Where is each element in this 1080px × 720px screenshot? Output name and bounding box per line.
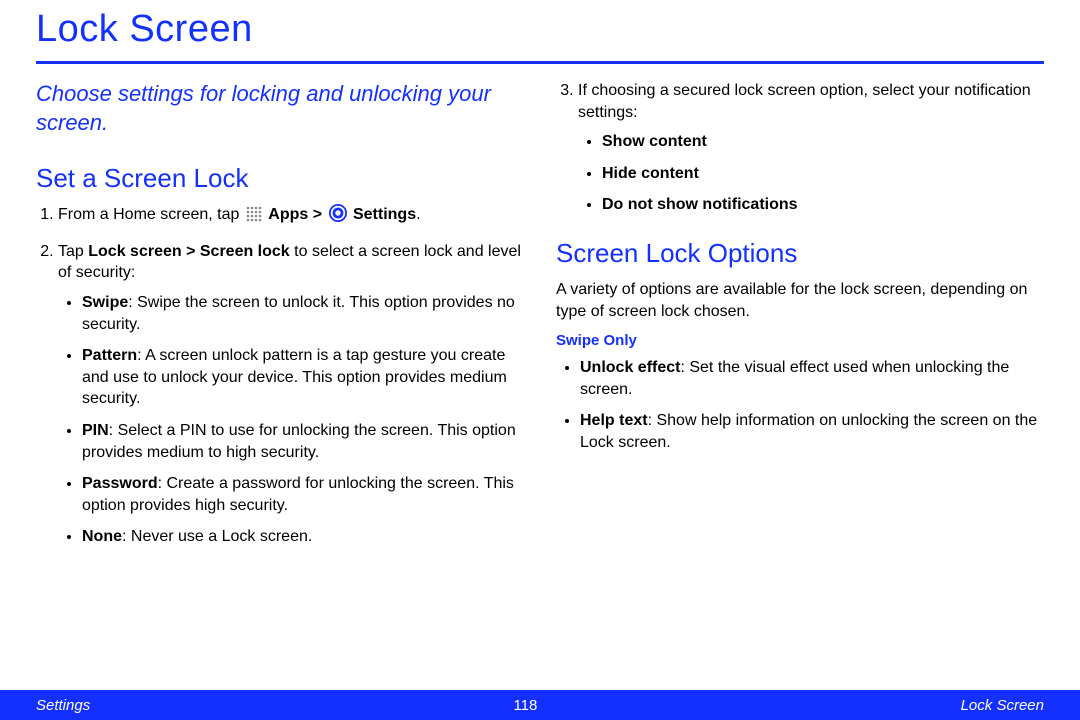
notif-show-label: Show content — [602, 133, 707, 150]
content-columns: Choose settings for locking and unlockin… — [36, 80, 1044, 560]
swipe-only-list: Unlock effect: Set the visual effect use… — [556, 357, 1044, 453]
opt-pin: PIN: Select a PIN to use for unlocking t… — [82, 420, 524, 463]
footer-left: Settings — [36, 697, 90, 714]
page-footer: Settings 118 Lock Screen — [0, 690, 1080, 720]
opt-pattern-label: Pattern — [82, 347, 137, 364]
step-1: From a Home screen, tap Apps > — [58, 204, 524, 229]
step-1-end: . — [416, 206, 420, 223]
notif-hide: Hide content — [602, 163, 1044, 185]
footer-right: Lock Screen — [961, 697, 1044, 714]
step-3: If choosing a secured lock screen option… — [578, 80, 1044, 216]
swipe-unlock-effect: Unlock effect: Set the visual effect use… — [580, 357, 1044, 400]
footer-page-number: 118 — [513, 697, 537, 714]
swipe-help-label: Help text — [580, 412, 648, 429]
step-3-text: If choosing a secured lock screen option… — [578, 82, 1031, 121]
heading-screen-lock-options: Screen Lock Options — [556, 238, 1044, 269]
opt-password: Password: Create a password for unlockin… — [82, 473, 524, 516]
swipe-help-text: Help text: Show help information on unlo… — [580, 410, 1044, 453]
opt-swipe-label: Swipe — [82, 294, 128, 311]
opt-pattern: Pattern: A screen unlock pattern is a ta… — [82, 345, 524, 410]
options-body: A variety of options are available for t… — [556, 279, 1044, 322]
opt-none-text: : Never use a Lock screen. — [122, 528, 312, 545]
opt-swipe: Swipe: Swipe the screen to unlock it. Th… — [82, 292, 524, 335]
steps-list-continued: If choosing a secured lock screen option… — [556, 80, 1044, 216]
left-column: Choose settings for locking and unlockin… — [36, 80, 524, 560]
opt-pattern-text: : A screen unlock pattern is a tap gestu… — [82, 347, 507, 407]
opt-password-label: Password — [82, 475, 158, 492]
opt-pin-label: PIN — [82, 422, 109, 439]
step-1-apps-label: Apps > — [268, 206, 326, 223]
swipe-unlock-label: Unlock effect — [580, 359, 680, 376]
step-1-text-a: From a Home screen, tap — [58, 206, 244, 223]
page-title: Lock Screen — [36, 8, 1044, 51]
page: Lock Screen Choose settings for locking … — [0, 0, 1080, 720]
notification-options-list: Show content Hide content Do not show no… — [578, 131, 1044, 216]
steps-list: From a Home screen, tap Apps > — [36, 204, 524, 548]
step-2: Tap Lock screen > Screen lock to select … — [58, 241, 524, 548]
step-2-bold: Lock screen > Screen lock — [88, 243, 289, 260]
notif-hide-label: Hide content — [602, 165, 699, 182]
swipe-help-desc: : Show help information on unlocking the… — [580, 412, 1037, 451]
right-column: If choosing a secured lock screen option… — [556, 80, 1044, 560]
notif-none-label: Do not show notifications — [602, 196, 798, 213]
step-2-text-a: Tap — [58, 243, 88, 260]
subhead-swipe-only: Swipe Only — [556, 332, 1044, 349]
opt-swipe-text: : Swipe the screen to unlock it. This op… — [82, 294, 515, 333]
title-rule — [36, 61, 1044, 64]
settings-gear-icon — [329, 204, 347, 229]
notif-show: Show content — [602, 131, 1044, 153]
opt-pin-text: : Select a PIN to use for unlocking the … — [82, 422, 516, 461]
opt-none: None: Never use a Lock screen. — [82, 526, 524, 548]
opt-none-label: None — [82, 528, 122, 545]
heading-set-screen-lock: Set a Screen Lock — [36, 163, 524, 194]
lock-type-list: Swipe: Swipe the screen to unlock it. Th… — [58, 292, 524, 548]
intro-text: Choose settings for locking and unlockin… — [36, 80, 524, 137]
step-1-settings-label: Settings — [353, 206, 416, 223]
notif-none: Do not show notifications — [602, 194, 1044, 216]
apps-grid-icon — [246, 206, 262, 229]
